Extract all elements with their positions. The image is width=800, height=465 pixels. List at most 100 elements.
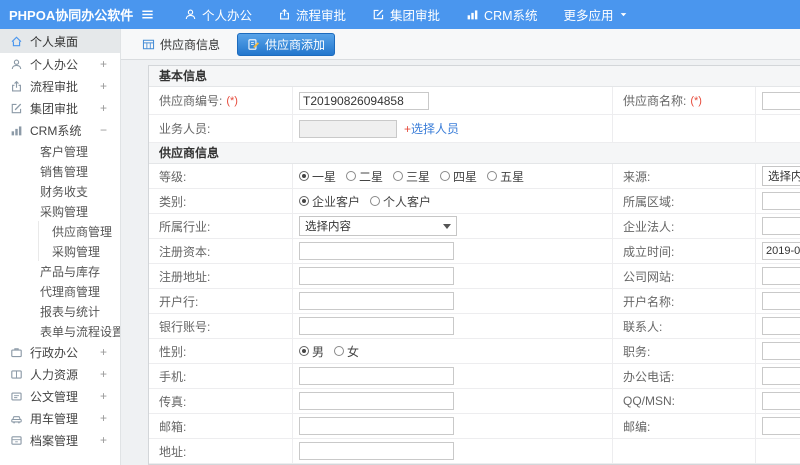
collapse-icon[interactable]: − <box>80 204 87 218</box>
sidebar-item-agent-mgmt[interactable]: 代理商管理 + <box>0 281 120 301</box>
person-input[interactable] <box>299 119 397 138</box>
text-input[interactable] <box>762 417 800 435</box>
text-input[interactable] <box>299 417 454 435</box>
tab-supplier-add[interactable]: 供应商添加 <box>237 32 336 56</box>
sidebar-item-label: 集团审批 <box>30 101 79 116</box>
sidebar-item-product-inventory[interactable]: 产品与库存 + <box>0 261 120 281</box>
expand-icon[interactable]: + <box>80 164 87 178</box>
field-label-text: 成立时间: <box>623 244 675 259</box>
sidebar-item-form-workflow-settings[interactable]: 表单与流程设置+ <box>0 321 120 341</box>
field-cell <box>293 264 613 288</box>
text-input[interactable] <box>299 317 454 335</box>
choose-person-link[interactable]: +选择人员 <box>404 120 459 137</box>
radio-option[interactable]: 个人客户 <box>370 193 431 210</box>
nav-more-apps[interactable]: 更多应用 <box>564 5 628 24</box>
chart-icon <box>466 8 479 21</box>
sidebar-item-personal-office[interactable]: 个人办公 + <box>0 53 120 75</box>
form-row: 供应商编号:(*)供应商名称:(*) <box>149 87 800 115</box>
radio-option[interactable]: 二星 <box>346 168 383 185</box>
sidebar-item-supplier-mgmt[interactable]: 供应商管理 <box>0 221 120 241</box>
chart-icon <box>10 124 23 137</box>
sidebar-item-finance-io[interactable]: 财务收支 + <box>0 181 120 201</box>
sidebar-item-crm-system[interactable]: CRM系统 − <box>0 119 120 141</box>
menu-toggle-icon[interactable] <box>140 7 155 22</box>
radio-button <box>370 196 381 206</box>
select-input[interactable]: 选择内容 <box>299 216 457 236</box>
field-label-text: 手机: <box>159 369 187 384</box>
share-icon <box>278 8 291 21</box>
field-label-text: 邮箱: <box>159 419 187 434</box>
text-input[interactable] <box>762 192 800 210</box>
sidebar-item-human-resources[interactable]: 人力资源 + <box>0 363 120 385</box>
text-input[interactable] <box>762 217 800 235</box>
sidebar-item-admin-office[interactable]: 行政办公 + <box>0 341 120 363</box>
text-input[interactable] <box>762 392 800 410</box>
sidebar-item-purchase-mgmt-sub[interactable]: 采购管理 <box>0 241 120 261</box>
text-input[interactable] <box>299 442 454 460</box>
radio-option[interactable]: 三星 <box>393 168 430 185</box>
text-input[interactable] <box>299 267 454 285</box>
field-label-text: 等级: <box>159 169 187 184</box>
field-label: 企业法人: <box>613 214 756 238</box>
text-input[interactable] <box>762 367 800 385</box>
radio-option[interactable]: 男 <box>299 343 324 360</box>
nav-group-approval[interactable]: 集团审批 <box>372 5 440 24</box>
radio-button <box>346 171 357 181</box>
sidebar-item-archive-mgmt[interactable]: 档案管理 + <box>0 429 120 451</box>
sidebar-item-reports-stats[interactable]: 报表与统计 <box>0 301 120 321</box>
nav-workflow-approval[interactable]: 流程审批 <box>278 5 346 24</box>
expand-icon[interactable]: + <box>80 144 87 158</box>
car-icon <box>10 412 23 425</box>
expand-icon[interactable]: + <box>80 284 87 298</box>
radio-option[interactable]: 四星 <box>440 168 477 185</box>
expand-icon[interactable]: + <box>100 101 107 115</box>
expand-icon[interactable]: + <box>100 389 107 403</box>
text-input[interactable] <box>299 292 454 310</box>
text-input[interactable] <box>762 267 800 285</box>
sidebar-item-vehicle-mgmt[interactable]: 用车管理 + <box>0 407 120 429</box>
field-label: 传真: <box>149 389 293 413</box>
text-input[interactable] <box>762 242 800 260</box>
tab-supplier-info[interactable]: 供应商信息 <box>133 33 229 56</box>
sidebar-item-group-approval[interactable]: 集团审批 + <box>0 97 120 119</box>
form-row: 类别: 企业客户 个人客户 所属区域: <box>149 189 800 214</box>
text-input[interactable] <box>762 292 800 310</box>
expand-icon[interactable]: + <box>100 79 107 93</box>
text-input[interactable] <box>299 242 454 260</box>
select-input[interactable]: 选择内容 <box>762 166 800 186</box>
field-label-text: 性别: <box>159 344 187 359</box>
nav-crm-system[interactable]: CRM系统 <box>466 5 538 24</box>
edit-icon <box>10 102 23 115</box>
expand-icon[interactable]: + <box>100 433 107 447</box>
sidebar-item-document-mgmt[interactable]: 公文管理 + <box>0 385 120 407</box>
text-input[interactable] <box>762 342 800 360</box>
supplier-code-input[interactable] <box>299 91 429 110</box>
expand-icon[interactable]: + <box>100 367 107 381</box>
radio-option[interactable]: 企业客户 <box>299 193 360 210</box>
sidebar-item-purchase-mgmt[interactable]: 采购管理 − <box>0 201 120 221</box>
radio-option[interactable]: 一星 <box>299 168 336 185</box>
sidebar-item-customer-mgmt[interactable]: 客户管理 + <box>0 141 120 161</box>
collapse-icon[interactable]: − <box>100 123 107 137</box>
expand-icon[interactable]: + <box>80 264 87 278</box>
radio-label: 个人客户 <box>383 194 432 209</box>
radio-label: 三星 <box>406 169 431 184</box>
select-value: 选择内容 <box>305 221 351 233</box>
sidebar-item-workflow-approval[interactable]: 流程审批 + <box>0 75 120 97</box>
radio-option[interactable]: 女 <box>334 343 359 360</box>
text-input[interactable] <box>762 91 800 110</box>
nav-personal-office[interactable]: 个人办公 <box>184 5 252 24</box>
radio-option[interactable]: 五星 <box>487 168 524 185</box>
text-input[interactable] <box>299 392 454 410</box>
sidebar-item-sales-mgmt[interactable]: 销售管理 + <box>0 161 120 181</box>
expand-icon[interactable]: + <box>100 57 107 71</box>
expand-icon[interactable]: + <box>100 345 107 359</box>
sidebar-item-personal-desktop[interactable]: 个人桌面 <box>0 29 120 53</box>
text-input[interactable] <box>762 317 800 335</box>
expand-icon[interactable]: + <box>100 411 107 425</box>
expand-icon[interactable]: + <box>80 184 87 198</box>
sidebar-item-label: 个人办公 <box>30 57 79 72</box>
user-icon <box>184 8 197 21</box>
section-header: 供应商信息 <box>149 143 800 164</box>
text-input[interactable] <box>299 367 454 385</box>
